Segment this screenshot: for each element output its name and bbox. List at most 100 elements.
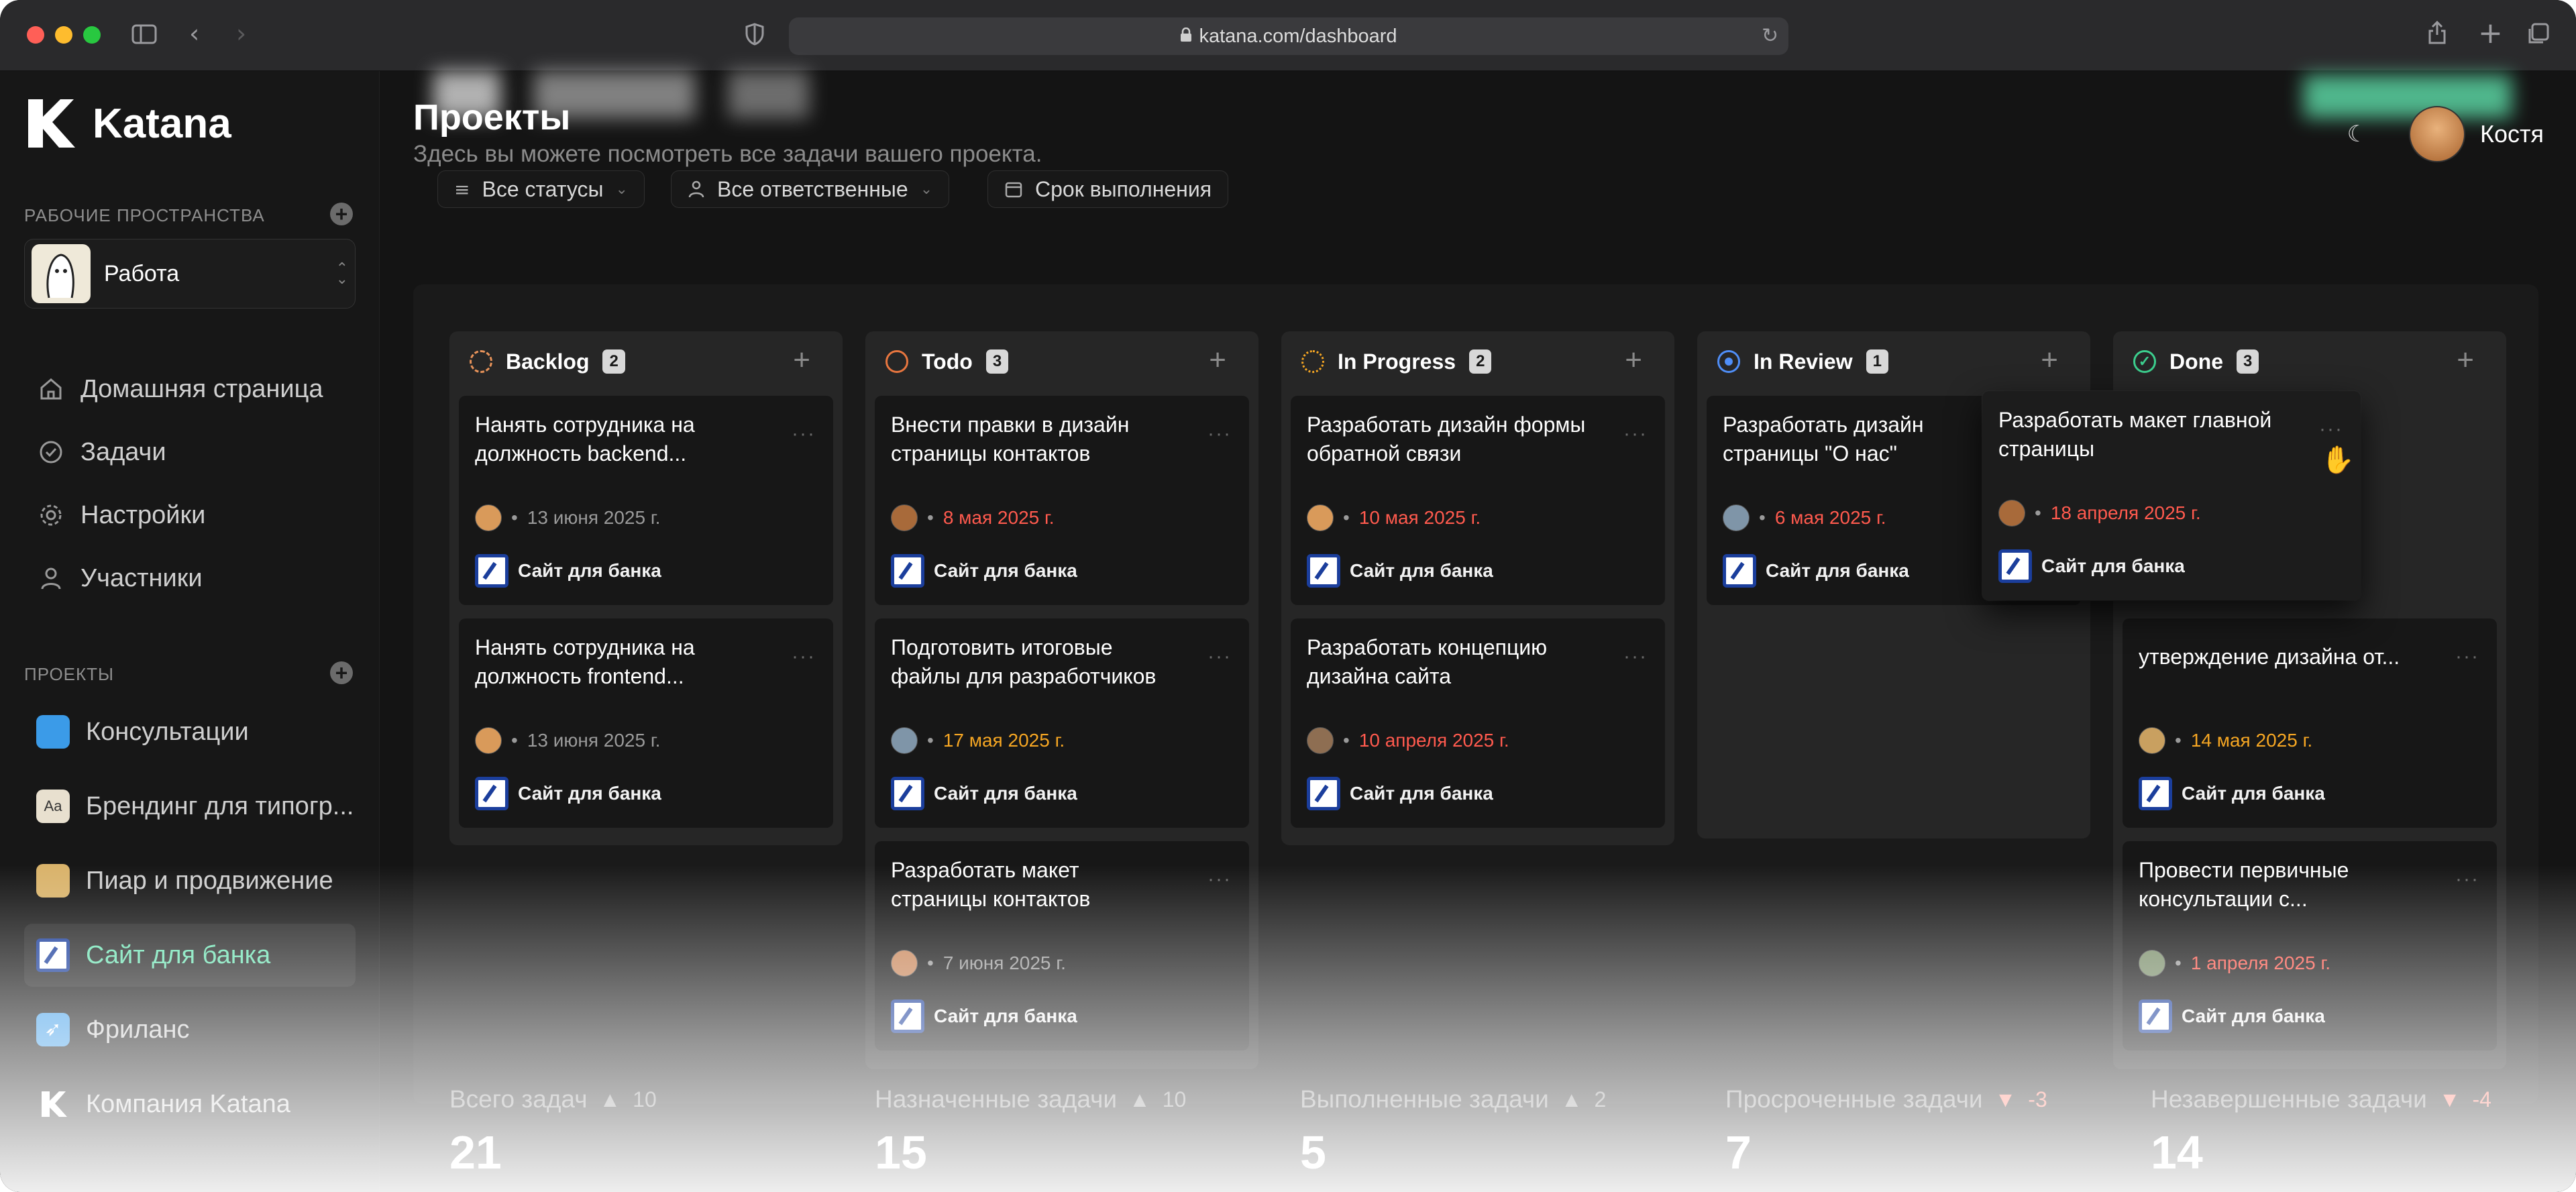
calendar-icon <box>1005 182 1022 198</box>
status-done-icon: ✓ <box>2133 350 2156 373</box>
grab-cursor-icon: ✋ <box>2321 445 2355 476</box>
add-card-button[interactable]: + <box>2041 343 2058 377</box>
more-options-icon[interactable]: ··· <box>1208 868 1232 891</box>
more-options-icon[interactable]: ··· <box>1623 423 1648 445</box>
sidebar-project-freelance[interactable]: ➶ Фриланс <box>24 998 356 1061</box>
task-card[interactable]: утверждение дизайна от... ··· • 14 мая 2… <box>2123 618 2497 828</box>
new-tab-icon[interactable]: + <box>2478 19 2503 48</box>
column-header: In Review 1 + <box>1697 331 2090 392</box>
add-workspace-button[interactable]: + <box>330 203 353 225</box>
bird-icon: ➶ <box>36 1013 70 1046</box>
page-title: Проекты <box>413 97 571 138</box>
add-card-button[interactable]: + <box>1209 343 1226 377</box>
status-in-progress-icon <box>1301 350 1324 373</box>
more-options-icon[interactable]: ··· <box>1208 423 1232 445</box>
task-card[interactable]: Нанять сотрудника на должность frontend.… <box>459 618 833 828</box>
nav-item-tasks[interactable]: Задачи <box>24 425 356 479</box>
add-card-button[interactable]: + <box>793 343 810 377</box>
maximize-window-button[interactable] <box>83 26 101 44</box>
stat-total-tasks: Всего задач ▲ 10 21 <box>449 1085 657 1179</box>
add-project-button[interactable]: + <box>330 661 353 684</box>
minimize-window-button[interactable] <box>55 26 72 44</box>
card-project: Сайт для банка <box>2139 999 2325 1033</box>
project-label: Брендинг для типогр... <box>86 792 354 820</box>
card-date: 13 июня 2025 г. <box>527 730 661 751</box>
workspace-avatar <box>32 244 91 303</box>
task-card[interactable]: Разработать концепцию дизайна сайта ··· … <box>1291 618 1665 828</box>
add-card-button[interactable]: + <box>2457 343 2474 377</box>
lock-icon <box>1180 25 1192 48</box>
task-card[interactable]: Подготовить итоговые файлы для разработч… <box>875 618 1249 828</box>
card-date: 6 мая 2025 г. <box>1774 507 1886 528</box>
add-card-button[interactable]: + <box>1625 343 1642 377</box>
reload-icon[interactable]: ↻ <box>1762 23 1778 50</box>
address-bar[interactable]: katana.com/dashboard <box>789 17 1788 55</box>
due-date-filter-button[interactable]: Срок выполнения <box>987 170 1229 208</box>
sidebar-project-katana[interactable]: Компания Katana <box>24 1073 356 1136</box>
card-project-label: Сайт для банка <box>518 560 661 581</box>
column-count-badge: 1 <box>1866 349 1888 374</box>
more-options-icon[interactable]: ··· <box>1208 645 1232 668</box>
more-options-icon[interactable]: ··· <box>1623 645 1648 668</box>
brand-name: Katana <box>93 100 231 147</box>
card-due: • 8 мая 2025 г. <box>891 504 1055 531</box>
share-icon[interactable] <box>2427 20 2447 50</box>
status-filter-dropdown[interactable]: ≡ Все статусы ⌄ <box>437 170 645 208</box>
more-options-icon[interactable]: ··· <box>792 645 816 668</box>
sidebar-toggle-icon[interactable] <box>131 22 157 49</box>
forward-icon[interactable]: › <box>236 20 246 47</box>
assignee-filter-dropdown[interactable]: Все ответственные ⌄ <box>671 170 950 208</box>
stat-label: Выполненные задачи <box>1300 1085 1549 1113</box>
task-card[interactable]: Провести первичные консультации с... ···… <box>2123 841 2497 1050</box>
card-date: 10 мая 2025 г. <box>1358 507 1481 528</box>
nav-item-home[interactable]: Домашняя страница <box>24 362 356 416</box>
bank-logo-icon <box>891 999 924 1033</box>
stat-label: Назначенные задачи <box>875 1085 1118 1113</box>
blurred-element <box>729 71 809 118</box>
stat-value: 7 <box>1725 1126 1752 1179</box>
more-options-icon[interactable]: ··· <box>792 423 816 445</box>
card-title: Разработать макет страницы контактов <box>891 858 1091 911</box>
stats-bar: Всего задач ▲ 10 21 Назначенные задачи ▲ 10 … <box>380 1085 2576 1192</box>
task-card[interactable]: Разработать макет страницы контактов ···… <box>875 841 1249 1050</box>
user-icon <box>688 180 704 198</box>
workspace-name: Работа <box>104 260 180 286</box>
dragged-task-card[interactable]: Разработать макет главной страницы ··· •… <box>1982 391 2361 600</box>
task-card[interactable]: Внести правки в дизайн страницы контакто… <box>875 396 1249 605</box>
filter-label: Срок выполнения <box>1035 176 1212 201</box>
bank-logo-icon <box>2139 999 2172 1033</box>
brand-logo[interactable]: Katana <box>24 97 231 150</box>
assignee-avatar <box>891 504 918 531</box>
close-window-button[interactable] <box>27 26 44 44</box>
column-header: Backlog 2 + <box>449 331 843 392</box>
gear-icon <box>40 504 62 526</box>
task-card[interactable]: Нанять сотрудника на должность backend..… <box>459 396 833 605</box>
shield-icon[interactable] <box>745 23 765 50</box>
task-card[interactable]: Разработать дизайн формы обратной связи … <box>1291 396 1665 605</box>
card-due: • 7 июня 2025 г. <box>891 950 1066 977</box>
sidebar-project-branding[interactable]: Aa Брендинг для типогр... <box>24 775 356 838</box>
sidebar-project-pr[interactable]: Пиар и продвижение <box>24 849 356 912</box>
nav-item-members[interactable]: Участники <box>24 551 356 605</box>
back-icon[interactable]: ‹ <box>189 20 199 47</box>
stat-delta: 2 <box>1594 1087 1607 1112</box>
bank-logo-icon <box>891 777 924 810</box>
tabs-overview-icon[interactable] <box>2526 23 2549 50</box>
trend-up-icon: ▲ <box>599 1087 621 1112</box>
sidebar-project-bank-site[interactable]: Сайт для банка <box>24 924 356 987</box>
nav-item-label: Задачи <box>80 437 166 466</box>
card-due: • 10 апреля 2025 г. <box>1307 727 1509 754</box>
moon-icon[interactable]: ☾ <box>2347 121 2367 148</box>
column-backlog: Backlog 2 + Нанять сотрудника на должнос… <box>449 331 843 845</box>
nav-item-settings[interactable]: Настройки <box>24 488 356 542</box>
trend-up-icon: ▲ <box>1129 1087 1150 1112</box>
katana-logo-icon <box>42 1091 67 1117</box>
workspace-switcher[interactable]: Работа ⌃ ⌄ <box>24 239 356 309</box>
more-options-icon[interactable]: ··· <box>2319 418 2343 441</box>
more-options-icon[interactable]: ··· <box>2455 868 2479 891</box>
sidebar-project-consultations[interactable]: Консультации <box>24 700 356 763</box>
stat-delta: -4 <box>2472 1087 2491 1112</box>
user-menu[interactable]: ☾ Костя <box>2347 106 2544 162</box>
more-options-icon[interactable]: ··· <box>2455 645 2479 668</box>
bank-logo-icon <box>891 554 924 588</box>
